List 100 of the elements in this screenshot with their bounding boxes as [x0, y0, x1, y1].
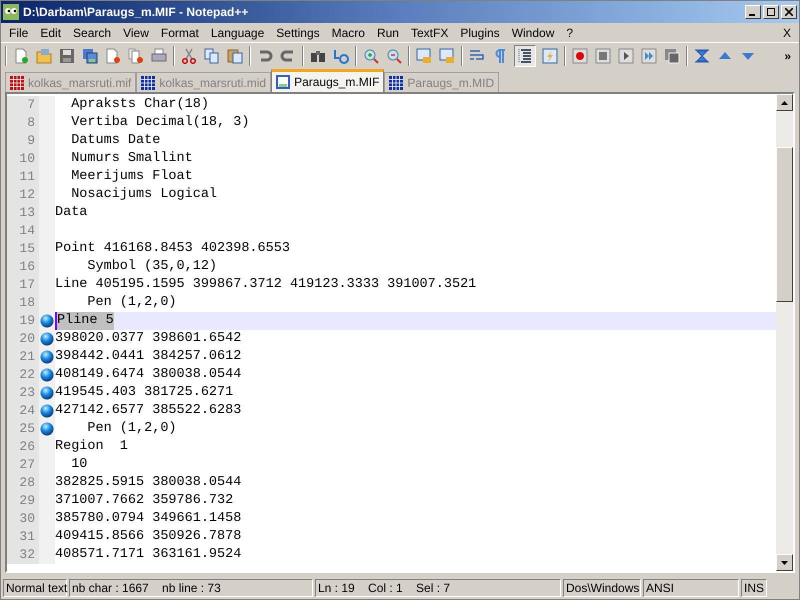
menu-item[interactable]: TextFX	[404, 24, 454, 42]
menu-item[interactable]: Settings	[270, 24, 326, 42]
status-field: Ln : 19 Col : 1 Sel : 7	[315, 579, 561, 597]
paste-icon	[227, 48, 243, 64]
scroll-thumb[interactable]	[776, 147, 793, 302]
code-line: Vertiba Decimal(18, 3)	[70, 114, 250, 132]
code-line: 419545.403 381725.6271	[55, 384, 234, 402]
code-line: 382825.5915 380038.0544	[55, 474, 242, 492]
code-line: 427142.6577 385522.6283	[55, 402, 242, 420]
copy-icon	[204, 48, 220, 64]
menu-item[interactable]: ?	[560, 24, 580, 42]
new-file-icon	[13, 48, 29, 64]
scroll-down-icon	[781, 560, 788, 564]
window-lock-icon	[416, 48, 432, 64]
menu-item[interactable]: View	[117, 24, 155, 42]
code-line: Numurs Smallint	[70, 150, 193, 168]
line-number: 13	[7, 204, 39, 222]
undo-icon	[257, 48, 273, 64]
indent-guide-icon	[517, 48, 533, 64]
line-number: 22	[7, 366, 39, 384]
line-number: 31	[7, 528, 39, 546]
line-number: 17	[7, 276, 39, 294]
line-number: 19	[7, 312, 39, 330]
status-field: Dos\Windows	[563, 579, 641, 597]
line-number: 9	[7, 132, 39, 150]
line-number: 10	[7, 150, 39, 168]
line-number: 8	[7, 114, 39, 132]
code-line: Data	[55, 204, 88, 222]
close-icon	[785, 8, 793, 16]
code-line: Symbol (35,0,12)	[86, 258, 218, 276]
line-number: 24	[7, 402, 39, 420]
save-all-icon	[82, 48, 98, 64]
code-line: 10	[70, 456, 88, 474]
code-line: Line 405195.1595 399867.3712 419123.3333 391007.3521	[55, 276, 476, 294]
line-number: 18	[7, 294, 39, 312]
sync-scroll-icon	[694, 48, 710, 64]
code-line: 398020.0377 398601.6542	[55, 330, 242, 348]
file-tab[interactable]: Paraugs_m.MIF	[271, 69, 384, 92]
minimize-button[interactable]	[745, 5, 761, 19]
line-number: 25	[7, 420, 39, 438]
line-number: 26	[7, 438, 39, 456]
code-line: 408571.7171 363161.9524	[55, 546, 242, 564]
maximize-button[interactable]	[763, 5, 779, 19]
save-icon	[59, 48, 75, 64]
menu-item[interactable]: Window	[506, 24, 560, 42]
code-line: Point 416168.8453 402398.6553	[55, 240, 290, 258]
text-cursor	[55, 312, 57, 330]
close-file-icon	[105, 48, 121, 64]
line-number: 16	[7, 258, 39, 276]
save-macro-icon	[664, 48, 680, 64]
record-icon	[572, 48, 588, 64]
menu-item[interactable]: Language	[204, 24, 270, 42]
window-title: D:\Darbam\Paraugs_m.MIF - Notepad++	[23, 4, 250, 21]
line-number: 32	[7, 546, 39, 564]
zoom-out-icon	[386, 48, 402, 64]
menu-item[interactable]: Search	[67, 24, 118, 42]
menu-item[interactable]: File	[3, 24, 34, 42]
play-icon	[618, 48, 634, 64]
stop-icon	[595, 48, 611, 64]
line-number: 27	[7, 456, 39, 474]
code-line: Meerijums Float	[70, 168, 193, 186]
toolbar-button[interactable]	[514, 44, 536, 66]
line-number: 7	[7, 96, 39, 114]
code-line: Apraksts Char(18)	[70, 96, 209, 114]
line-number: 12	[7, 186, 39, 204]
code-line: Nosacijums Logical	[70, 186, 218, 204]
code-line: 371007.7662 359786.732	[55, 492, 234, 510]
status-field: INS	[741, 579, 767, 597]
line-number: 11	[7, 168, 39, 186]
code-line: Pen (1,2,0)	[86, 294, 177, 312]
line-number: 15	[7, 240, 39, 258]
status-field: Normal text	[3, 579, 67, 597]
menu-close-button[interactable]: X	[776, 24, 797, 42]
window-lock-icon	[439, 48, 455, 64]
status-field: nb char : 1667 nb line : 73	[69, 579, 313, 597]
line-number: 30	[7, 510, 39, 528]
menu-item[interactable]: Edit	[34, 24, 68, 42]
menu-item[interactable]: Format	[154, 24, 205, 42]
menu-item[interactable]: Macro	[326, 24, 371, 42]
menu-item[interactable]: Plugins	[454, 24, 506, 42]
lightning-window-icon	[542, 48, 558, 64]
line-number: 14	[7, 222, 39, 240]
line-number: 20	[7, 330, 39, 348]
redo-icon	[280, 48, 296, 64]
code-line: 398442.0441 384257.0612	[55, 348, 242, 366]
app-icon	[3, 4, 19, 20]
code-line: Region 1	[55, 438, 128, 456]
replace-icon	[333, 48, 349, 64]
close-button[interactable]	[781, 5, 797, 19]
scroll-up-icon	[781, 100, 788, 104]
code-line: Datums Date	[70, 132, 160, 150]
zoom-in-icon	[363, 48, 379, 64]
vertical-scrollbar[interactable]	[776, 94, 793, 571]
code-line: 408149.6474 380038.0544	[55, 366, 242, 384]
printer-icon	[151, 48, 167, 64]
fast-forward-icon	[641, 48, 657, 64]
menu-item[interactable]: Run	[370, 24, 405, 42]
toolbar-overflow-button[interactable]: »	[784, 46, 795, 64]
line-number: 28	[7, 474, 39, 492]
scissors-icon	[181, 48, 197, 64]
